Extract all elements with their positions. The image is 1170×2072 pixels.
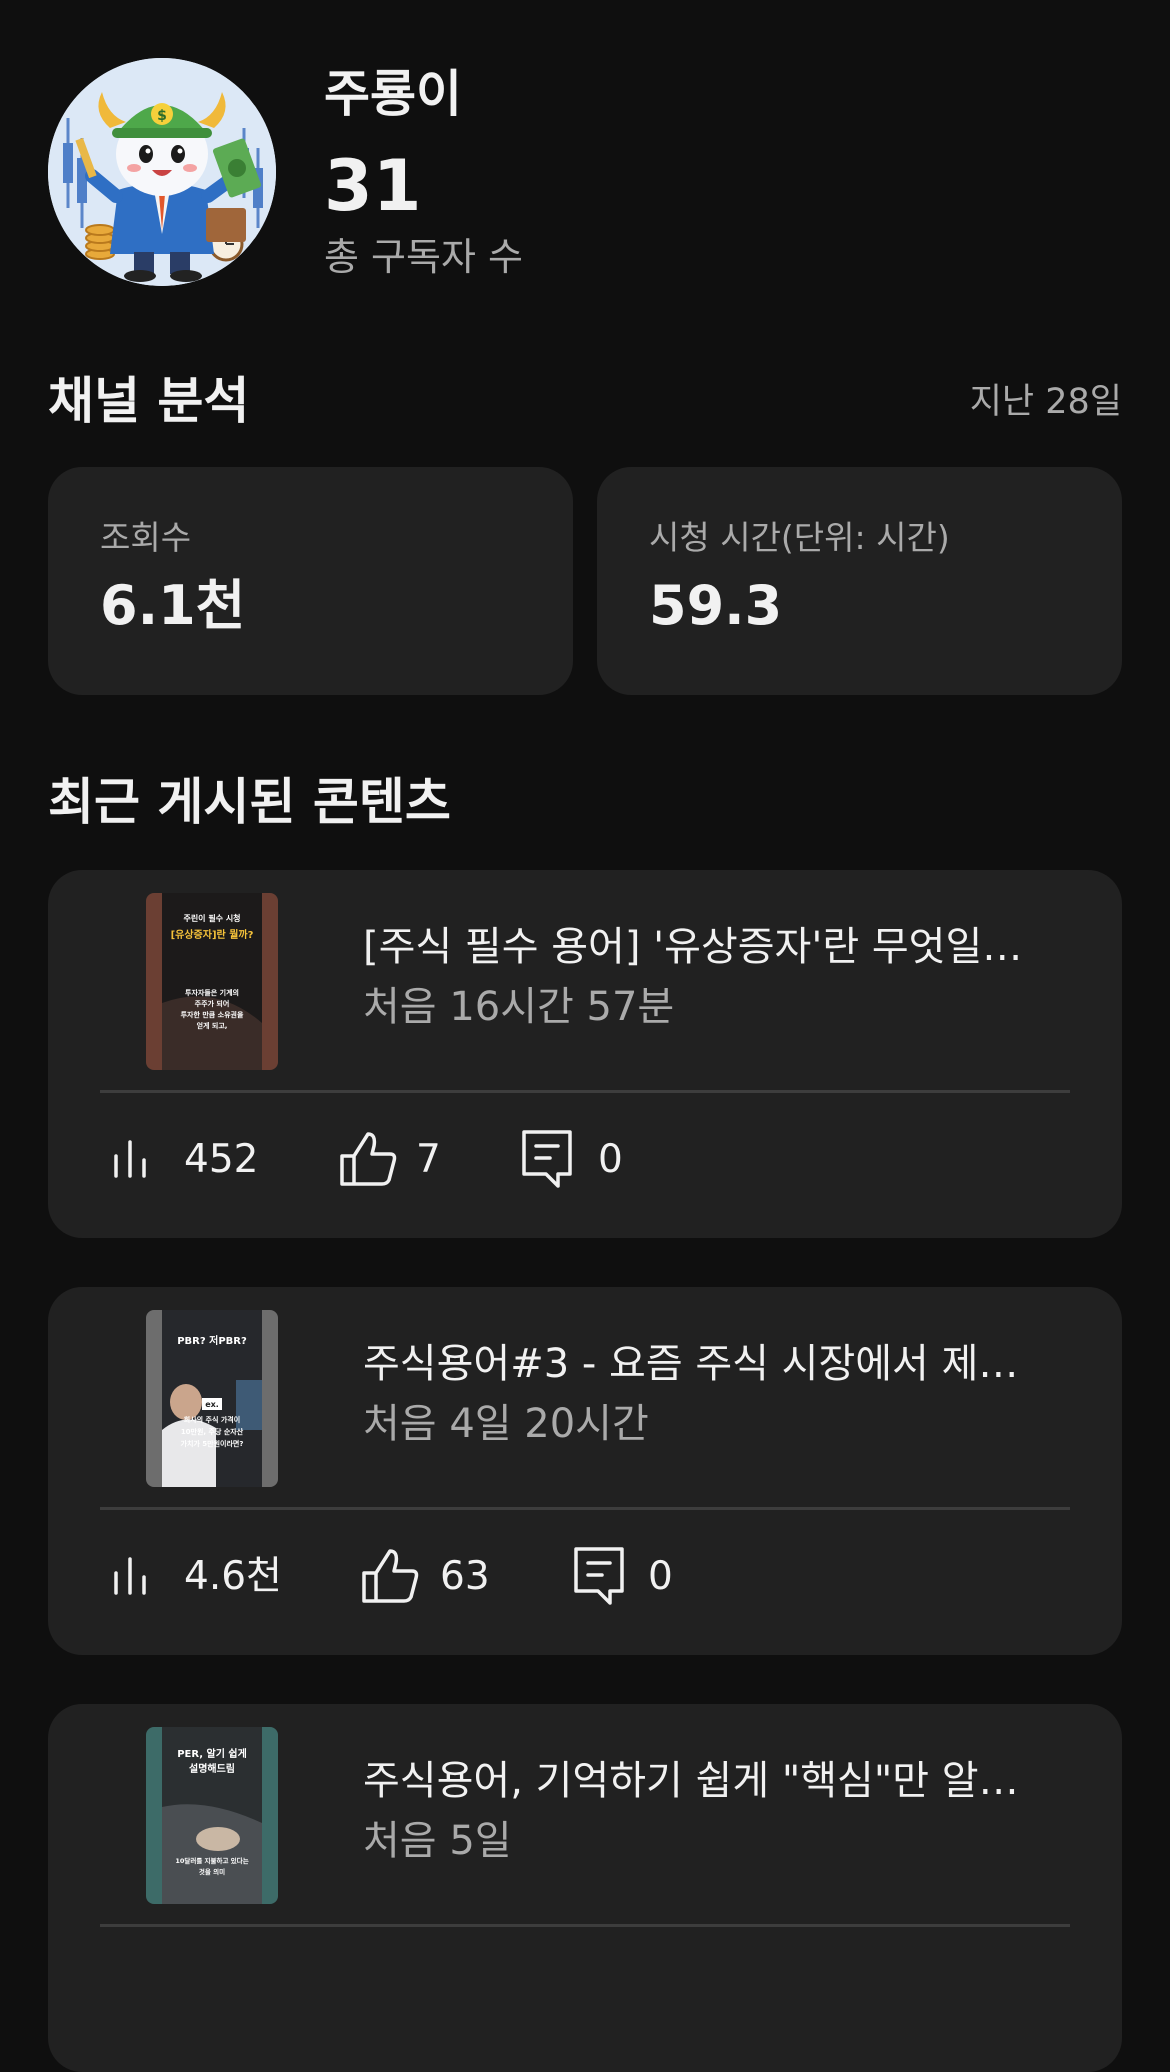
comments-count: 0	[648, 1554, 673, 1599]
content-age: 처음 5일	[363, 1818, 512, 1864]
thumb-line4: 10만원, 주당 순자산	[181, 1427, 244, 1436]
thumb-line2: ex.	[205, 1400, 219, 1409]
thumb-line2: 설명해드림	[189, 1762, 235, 1775]
thumbs-up-icon[interactable]	[360, 1547, 420, 1605]
content-title[interactable]: 주식용어#3 - 요즘 주식 시장에서 제일 많이 쓰이는 용어	[363, 1339, 1053, 1389]
thumb-line3: 투자자들은 기계의	[185, 988, 239, 997]
content-age: 처음 4일 20시간	[363, 1401, 649, 1447]
likes-count: 63	[440, 1554, 490, 1599]
channel-name: 주룡이	[324, 65, 462, 123]
thumb-line2: [유상증자]란 뭘까?	[171, 928, 254, 941]
analytics-period[interactable]: 지난 28일	[970, 380, 1122, 424]
bar-chart-icon	[114, 1557, 146, 1595]
content-metrics: 4.6천 63 0	[48, 1545, 1122, 1611]
content-metrics: 452 7 0	[48, 1128, 1122, 1194]
card-divider	[100, 1090, 1070, 1093]
comment-icon[interactable]	[520, 1128, 574, 1190]
thumbnail-image: 주린이 필수 시청 [유상증자]란 뭘까? 투자자들은 기계의 주주가 되어 투…	[146, 893, 278, 1070]
views-count: 4.6천	[184, 1554, 282, 1599]
thumb-line5: 투자한 만큼 소유권을	[181, 1010, 244, 1019]
video-thumbnail[interactable]: 주린이 필수 시청 [유상증자]란 뭘까? 투자자들은 기계의 주주가 되어 투…	[146, 893, 278, 1070]
svg-text:$: $	[157, 108, 167, 124]
video-thumbnail[interactable]: PBR? 저PBR? ex. 회사의 주식 가격이 10만원, 주당 순자산 가…	[146, 1310, 278, 1487]
thumb-line4: 것을 의미	[199, 1867, 225, 1876]
views-label: 조회수	[100, 518, 192, 557]
bull-mascot-avatar: $	[48, 58, 276, 286]
comment-icon[interactable]	[572, 1545, 626, 1607]
views-stat-card[interactable]: 조회수 6.1천	[48, 467, 573, 695]
thumb-line1: 주린이 필수 시청	[183, 913, 240, 923]
recent-content-title: 최근 게시된 콘텐츠	[48, 773, 451, 831]
views-value: 6.1천	[100, 574, 246, 637]
content-card[interactable]: PBR? 저PBR? ex. 회사의 주식 가격이 10만원, 주당 순자산 가…	[48, 1287, 1122, 1655]
watch-time-label: 시청 시간(단위: 시간)	[649, 518, 950, 557]
content-title[interactable]: 주식용어, 기억하기 쉽게 "핵심"만 알려드림	[363, 1756, 1053, 1806]
channel-header: $ 주룡이 31 총 구독자 수	[48, 58, 1122, 290]
bar-chart-icon	[114, 1140, 146, 1178]
card-divider	[100, 1507, 1070, 1510]
thumb-line1: PBR? 저PBR?	[177, 1334, 247, 1347]
content-age: 처음 16시간 57분	[363, 984, 675, 1030]
video-thumbnail[interactable]: PER, 알기 쉽게 설명해드림 10달러를 지불하고 있다는 것을 의미	[146, 1727, 278, 1904]
thumbs-up-icon[interactable]	[338, 1130, 398, 1188]
thumb-line6: 얻게 되고,	[197, 1021, 228, 1030]
subscriber-count: 31	[324, 145, 422, 227]
content-title[interactable]: [주식 필수 용어] '유상증자'란 무엇일까요?	[363, 922, 1053, 972]
subscriber-label: 총 구독자 수	[324, 235, 523, 279]
content-card[interactable]: PER, 알기 쉽게 설명해드림 10달러를 지불하고 있다는 것을 의미 주식…	[48, 1704, 1122, 2072]
watch-time-stat-card[interactable]: 시청 시간(단위: 시간) 59.3	[597, 467, 1122, 695]
thumb-line3: 10달러를 지불하고 있다는	[175, 1856, 248, 1865]
content-card[interactable]: 주린이 필수 시청 [유상증자]란 뭘까? 투자자들은 기계의 주주가 되어 투…	[48, 870, 1122, 1238]
likes-count: 7	[416, 1137, 441, 1182]
thumb-line3: 회사의 주식 가격이	[184, 1415, 240, 1424]
channel-avatar[interactable]: $	[48, 58, 276, 286]
views-count: 452	[184, 1137, 259, 1182]
card-divider	[100, 1924, 1070, 1927]
thumbnail-image: PBR? 저PBR? ex. 회사의 주식 가격이 10만원, 주당 순자산 가…	[146, 1310, 278, 1487]
analytics-title: 채널 분석	[48, 372, 250, 430]
comments-count: 0	[598, 1137, 623, 1182]
thumb-line5: 가치가 5만원이라면?	[181, 1439, 244, 1448]
thumbnail-image: PER, 알기 쉽게 설명해드림 10달러를 지불하고 있다는 것을 의미	[146, 1727, 278, 1904]
thumb-line1: PER, 알기 쉽게	[177, 1747, 247, 1760]
watch-time-value: 59.3	[649, 574, 783, 637]
thumb-line4: 주주가 되어	[195, 999, 230, 1008]
